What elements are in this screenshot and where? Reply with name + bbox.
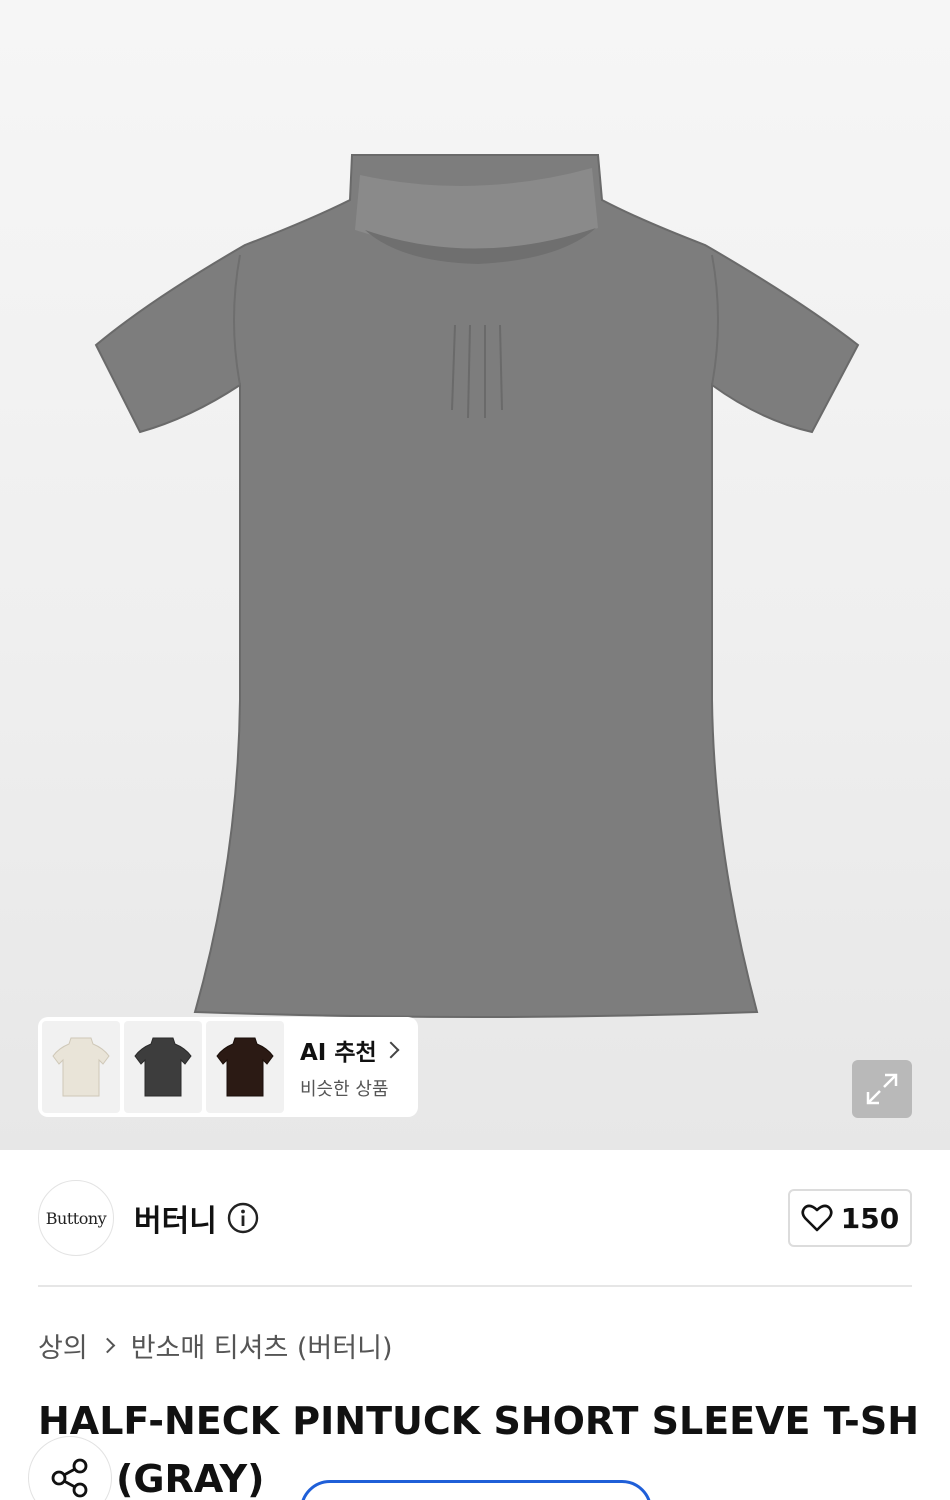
ai-thumb-brown[interactable]	[206, 1021, 284, 1113]
expand-image-button[interactable]	[852, 1060, 912, 1118]
breadcrumb-subcategory[interactable]: 반소매 티셔츠 (버터니)	[131, 1326, 393, 1365]
ai-recommend-card[interactable]: AI 추천 비슷한 상품	[38, 1017, 418, 1117]
product-image-area: AI 추천 비슷한 상품	[0, 0, 950, 1150]
product-title-line1: HALF-NECK PINTUCK SHORT SLEEVE T-SH	[38, 1399, 919, 1443]
brand-name[interactable]: 버터니	[134, 1196, 217, 1240]
like-count: 150	[840, 1201, 900, 1235]
ai-title-row: AI 추천	[300, 1033, 400, 1067]
ai-recommend-title: AI 추천	[300, 1040, 377, 1066]
brand-logo[interactable]: Buttony	[38, 1180, 114, 1256]
divider	[38, 1285, 912, 1287]
ai-recommend-text[interactable]: AI 추천 비슷한 상품	[300, 1033, 400, 1101]
bottom-action-button[interactable]	[300, 1480, 652, 1500]
breadcrumb: 상의 반소매 티셔츠 (버터니)	[38, 1326, 392, 1365]
breadcrumb-category[interactable]: 상의	[38, 1326, 88, 1365]
ai-thumb-charcoal[interactable]	[124, 1021, 202, 1113]
product-image[interactable]	[0, 0, 950, 1150]
brand-logo-text: Buttony	[45, 1208, 107, 1228]
charcoal-shirt-icon	[134, 1037, 192, 1097]
expand-icon	[866, 1073, 898, 1105]
brand-row: Buttony 버터니 150	[38, 1180, 912, 1256]
ivory-shirt-icon	[52, 1037, 110, 1097]
brown-shirt-icon	[216, 1037, 274, 1097]
ai-thumb-ivory[interactable]	[42, 1021, 120, 1113]
share-icon	[51, 1458, 88, 1498]
ai-recommend-subtitle: 비슷한 상품	[300, 1079, 389, 1100]
chevron-right-icon	[382, 1041, 400, 1059]
chevron-right-icon	[99, 1337, 115, 1354]
like-button[interactable]: 150	[788, 1189, 912, 1247]
heart-icon	[801, 1204, 833, 1232]
info-icon[interactable]	[227, 1202, 259, 1234]
